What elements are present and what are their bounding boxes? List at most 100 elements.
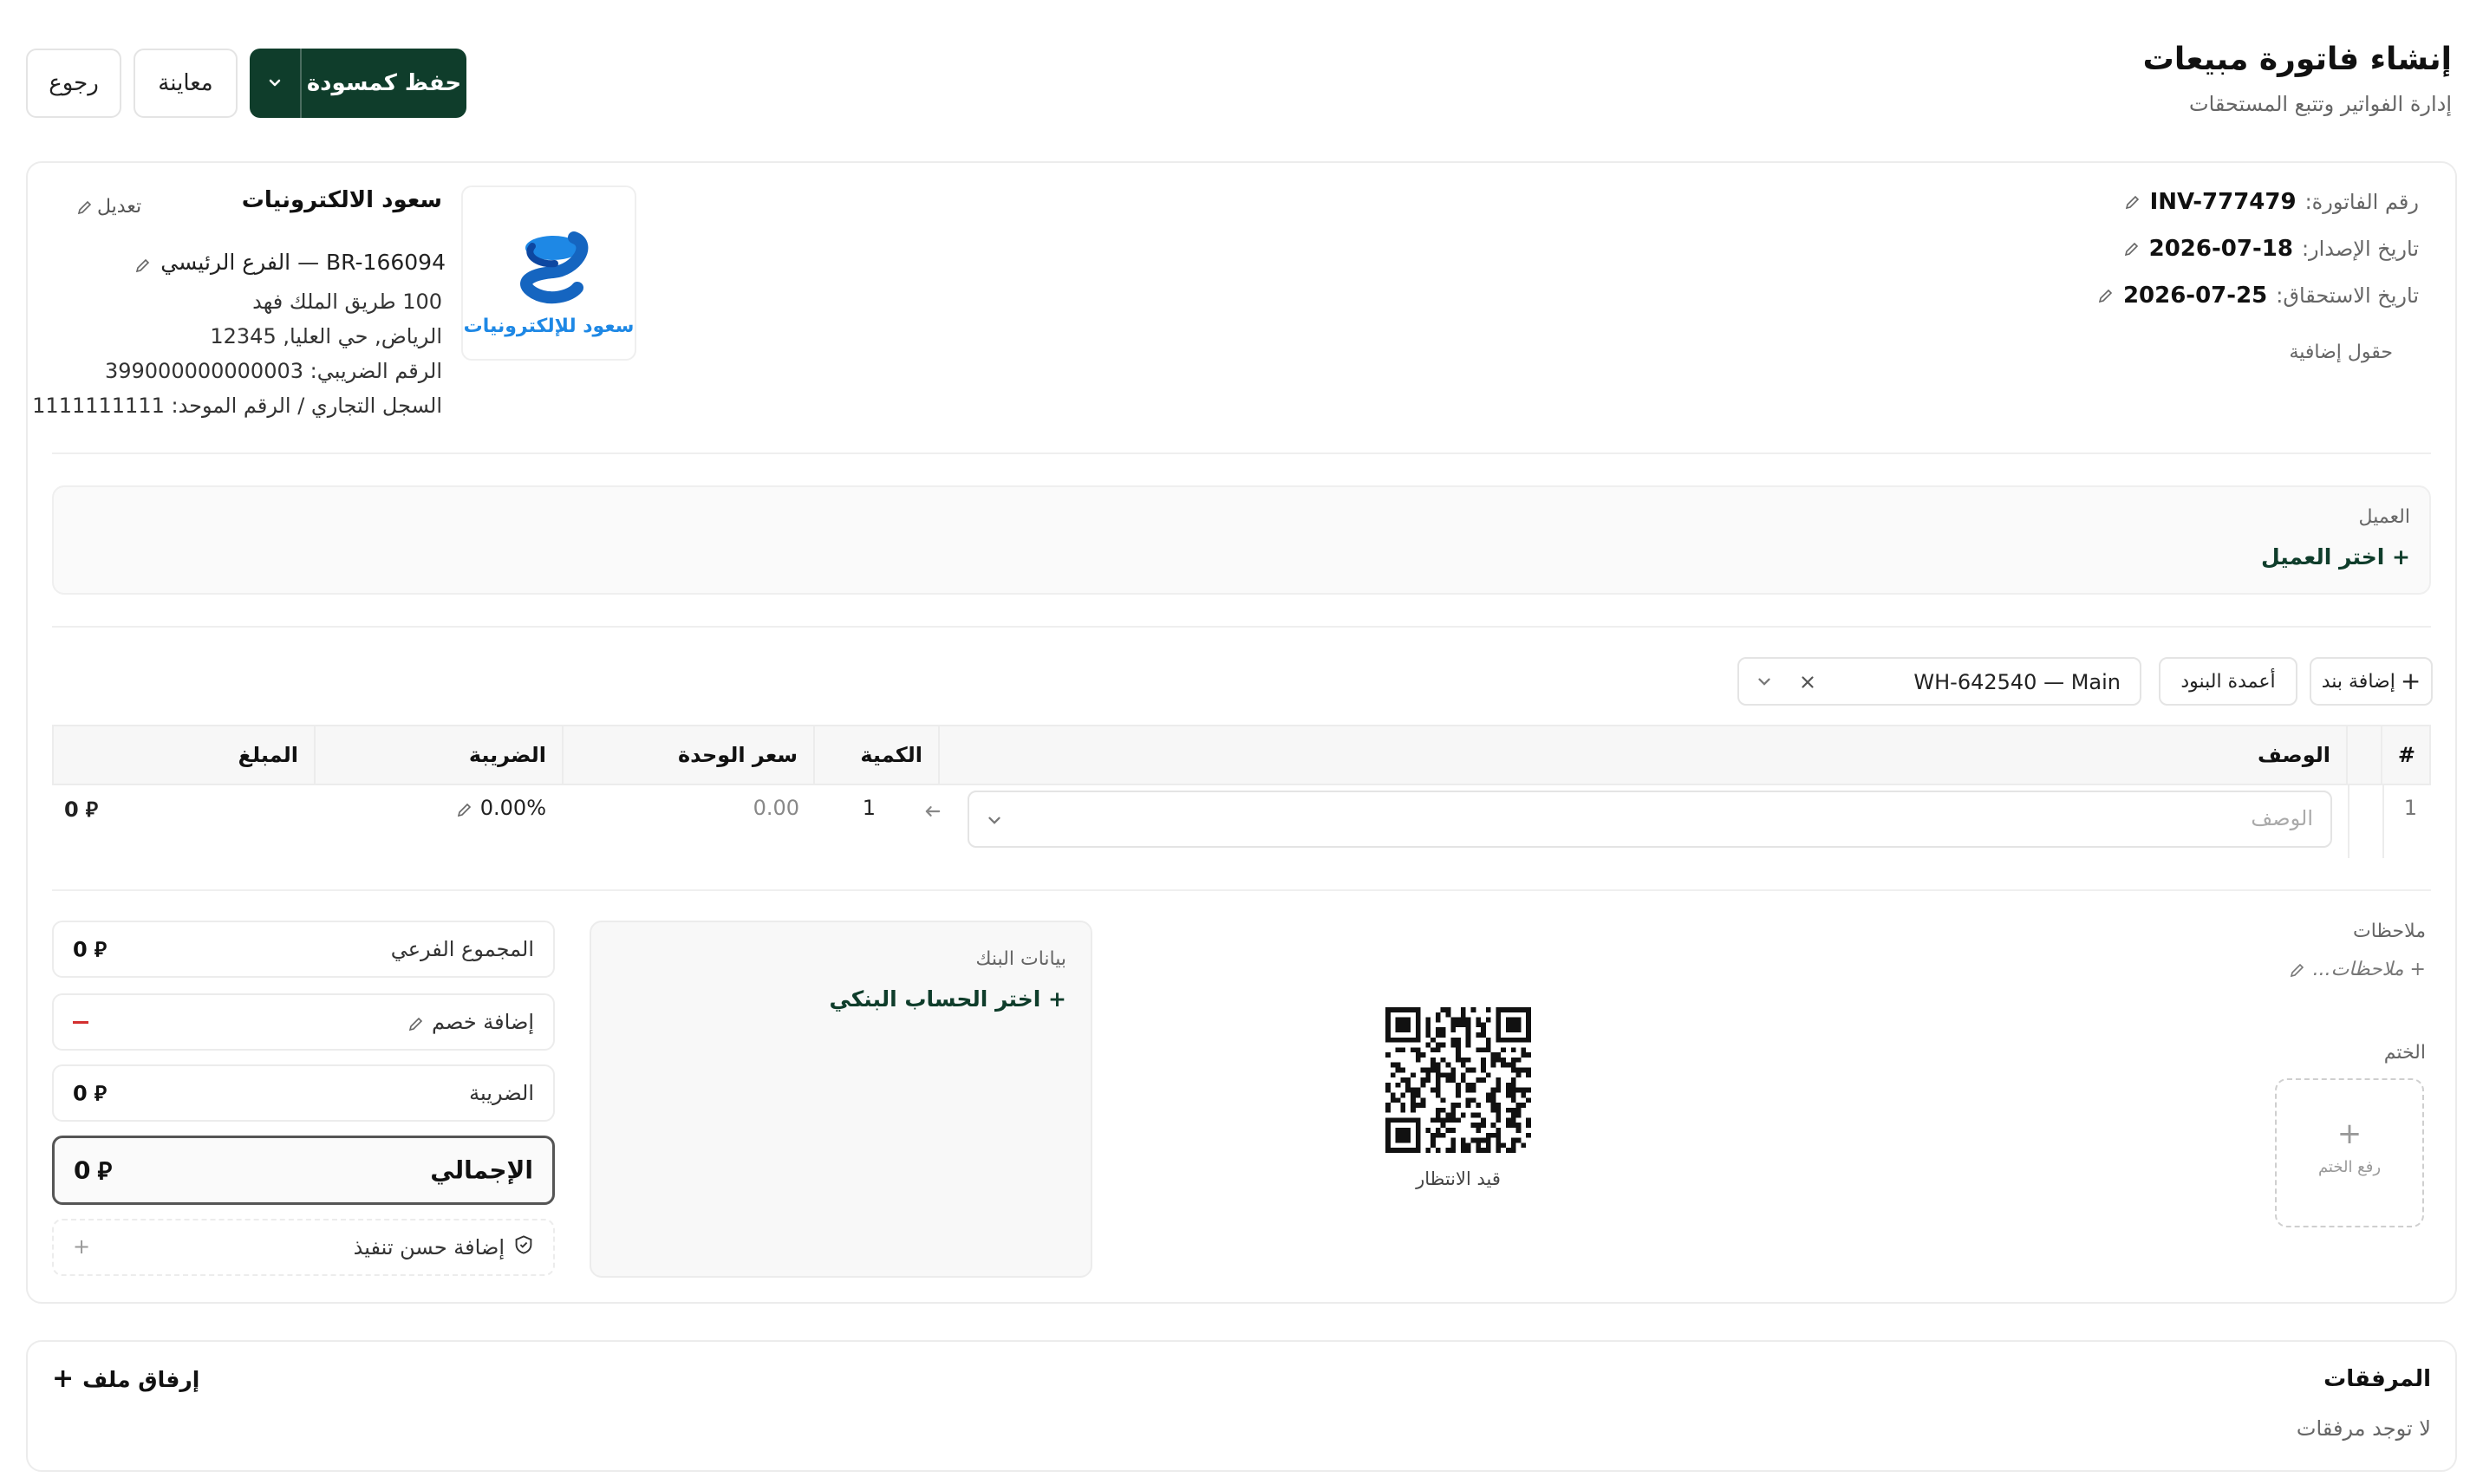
total-label: الإجمالي bbox=[430, 1155, 533, 1185]
item-quantity[interactable]: 1 bbox=[863, 796, 876, 820]
divider bbox=[314, 726, 316, 784]
riyal-icon: ⃁ bbox=[94, 937, 107, 962]
company-edit-label: تعديل bbox=[97, 196, 142, 218]
company-edit-button[interactable]: تعديل bbox=[76, 196, 141, 218]
arrow-left-icon[interactable] bbox=[922, 801, 943, 825]
riyal-icon: ⃁ bbox=[97, 1156, 113, 1186]
total-row: الإجمالي ⃁ 0 bbox=[52, 1136, 555, 1205]
performance-guarantee-row[interactable]: إضافة حسن تنفيذ + bbox=[52, 1219, 555, 1276]
back-button[interactable]: رجوع bbox=[26, 49, 121, 118]
col-quantity: الكمية bbox=[860, 743, 922, 767]
divider bbox=[2381, 726, 2382, 784]
pencil-icon[interactable] bbox=[2124, 193, 2141, 211]
table-row: 1 الوصف 1 0.00 0.00% ⃁ 0 bbox=[52, 785, 2431, 860]
item-amount-row: ⃁ 0 bbox=[64, 796, 98, 823]
total-value: 0 bbox=[74, 1155, 91, 1185]
qr-status: قيد الانتظار bbox=[1416, 1168, 1501, 1189]
tax-value-group: ⃁ 0 bbox=[73, 1080, 107, 1107]
warehouse-select[interactable]: WH-642540 — Main bbox=[1737, 657, 2141, 706]
item-description-input[interactable]: الوصف bbox=[968, 791, 2332, 848]
tax-label: الضريبة bbox=[469, 1081, 534, 1105]
divider bbox=[562, 726, 564, 784]
company-cr-number: السجل التجاري / الرقم الموحد: 1111111111 bbox=[32, 394, 442, 418]
shield-icon bbox=[513, 1234, 534, 1260]
attach-file-button[interactable]: إرفاق ملف + bbox=[52, 1366, 199, 1392]
col-tax: الضريبة bbox=[468, 743, 546, 767]
row-index: 1 bbox=[2403, 796, 2417, 820]
page-subtitle: إدارة الفواتير وتتبع المستحقات bbox=[2189, 92, 2452, 116]
company-address-1: 100 طريق الملك فهد bbox=[252, 290, 442, 314]
divider bbox=[52, 626, 2431, 628]
warehouse-value: WH-642540 — Main bbox=[1913, 670, 2121, 694]
divider bbox=[813, 726, 815, 784]
tax-row: الضريبة ⃁ 0 bbox=[52, 1064, 555, 1122]
col-amount: المبلغ bbox=[238, 743, 298, 767]
bank-label: بيانات البنك bbox=[975, 948, 1066, 970]
subtotal-label: المجموع الفرعي bbox=[390, 937, 534, 961]
item-tax-row[interactable]: 0.00% bbox=[456, 796, 546, 820]
discount-label-group: إضافة خصم bbox=[407, 1010, 534, 1034]
choose-bank-button[interactable]: + اختر الحساب البنكي bbox=[829, 986, 1066, 1012]
total-value-group: ⃁ 0 bbox=[74, 1155, 112, 1187]
add-item-button[interactable]: + إضافة بند bbox=[2310, 657, 2433, 706]
divider bbox=[52, 889, 2431, 891]
subtotal-row: المجموع الفرعي ⃁ 0 bbox=[52, 921, 555, 978]
divider bbox=[2348, 785, 2349, 858]
company-logo: سعود للإلكترونيات bbox=[461, 186, 636, 361]
customer-label: العميل bbox=[2358, 506, 2410, 528]
discount-row[interactable]: إضافة خصم bbox=[52, 993, 555, 1051]
attachments-empty: لا توجد مرفقات bbox=[2296, 1416, 2431, 1441]
attach-file-label: إرفاق ملف bbox=[82, 1366, 200, 1392]
notes-label: ملاحظات bbox=[2353, 921, 2426, 942]
add-item-label: إضافة بند bbox=[2321, 670, 2395, 693]
company-branch-row: BR-166094 — الفرع الرئيسي bbox=[136, 250, 446, 275]
performance-label-group: إضافة حسن تنفيذ bbox=[354, 1234, 534, 1260]
due-date-row: تاريخ الاستحقاق: 2026-07-25 bbox=[2097, 283, 2419, 309]
chevron-down-icon[interactable] bbox=[250, 49, 302, 118]
pencil-icon bbox=[76, 199, 94, 216]
preview-button[interactable]: معاينة bbox=[134, 49, 238, 118]
subtotal-value-group: ⃁ 0 bbox=[73, 936, 107, 963]
pencil-icon[interactable] bbox=[2123, 240, 2141, 257]
extra-fields-link[interactable]: حقول إضافية bbox=[2289, 342, 2393, 363]
due-date: 2026-07-25 bbox=[2122, 283, 2268, 309]
choose-customer-button[interactable]: + اختر العميل bbox=[2261, 544, 2410, 570]
divider bbox=[2346, 726, 2348, 784]
performance-label: إضافة حسن تنفيذ bbox=[353, 1235, 505, 1259]
discount-label: إضافة خصم bbox=[432, 1010, 534, 1034]
chevron-down-icon[interactable] bbox=[985, 811, 1004, 834]
pencil-icon bbox=[456, 799, 473, 817]
subtotal-value: 0 bbox=[73, 937, 88, 961]
stamp-upload-label: رفع الختم bbox=[2317, 1158, 2382, 1176]
item-unit-price[interactable]: 0.00 bbox=[753, 796, 799, 820]
plus-icon: + bbox=[52, 1364, 75, 1394]
plus-icon: + bbox=[2336, 1116, 2362, 1151]
stamp-label: الختم bbox=[2383, 1042, 2426, 1064]
save-draft-button[interactable]: حفظ كمسودة bbox=[250, 49, 466, 118]
stamp-upload[interactable]: + رفع الختم bbox=[2275, 1078, 2424, 1227]
qr-code bbox=[1385, 1007, 1531, 1153]
pencil-icon bbox=[2289, 961, 2306, 979]
pencil-icon[interactable] bbox=[134, 254, 152, 272]
riyal-icon: ⃁ bbox=[94, 1081, 107, 1106]
chevron-down-icon[interactable] bbox=[1755, 673, 1774, 697]
issue-date-row: تاريخ الإصدار: 2026-07-18 bbox=[2123, 236, 2419, 262]
divider bbox=[52, 452, 2431, 454]
company-tax-number: الرقم الضريبي: 399000000000003 bbox=[104, 359, 442, 383]
attachments-card: المرفقات لا توجد مرفقات إرفاق ملف + bbox=[26, 1340, 2457, 1472]
pencil-icon[interactable] bbox=[2097, 287, 2115, 304]
pencil-icon bbox=[407, 1013, 425, 1032]
col-index: # bbox=[2397, 743, 2415, 767]
issue-date-label: تاريخ الإصدار: bbox=[2301, 237, 2419, 261]
clear-icon[interactable] bbox=[1798, 673, 1817, 697]
attachments-title: المرفقات bbox=[2323, 1366, 2431, 1392]
items-table-header: # الوصف الكمية سعر الوحدة الضريبة المبلغ bbox=[52, 725, 2431, 785]
col-unit-price: سعر الوحدة bbox=[677, 743, 798, 767]
company-address-2: الرياض, حي العليا, 12345 bbox=[210, 324, 442, 348]
add-notes-button[interactable]: + ملاحظات... bbox=[2289, 959, 2426, 980]
plus-icon: + bbox=[73, 1234, 91, 1259]
item-columns-button[interactable]: أعمدة البنود bbox=[2159, 657, 2297, 706]
company-logo-text: سعود للإلكترونيات bbox=[463, 316, 635, 337]
add-notes-label: + ملاحظات... bbox=[2312, 959, 2426, 980]
customer-box[interactable]: العميل + اختر العميل bbox=[52, 485, 2431, 595]
